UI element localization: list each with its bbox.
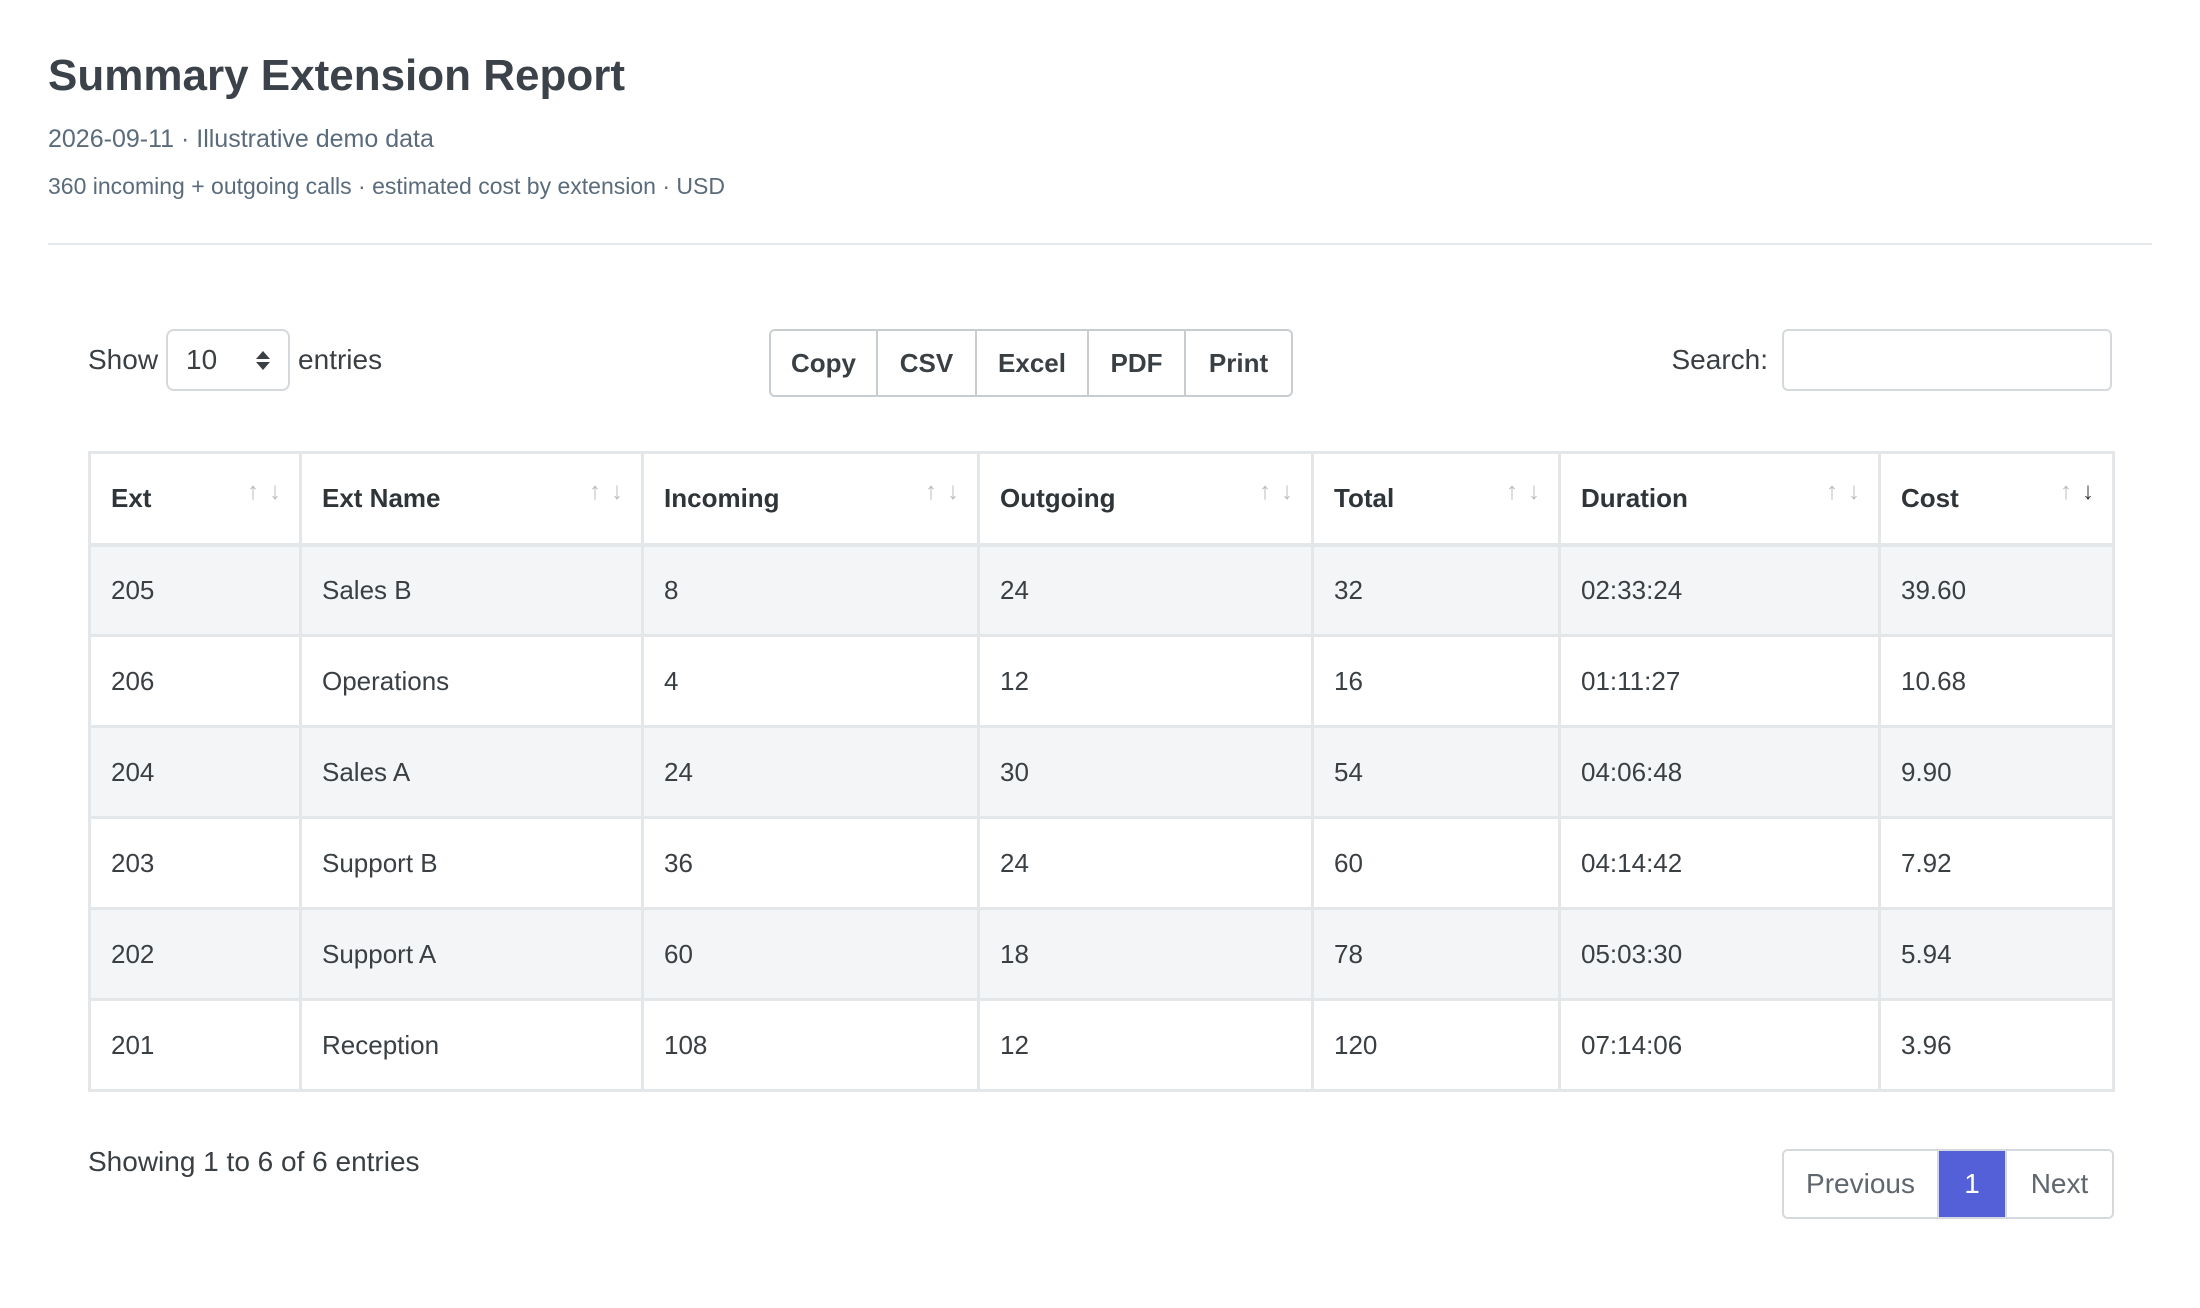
cell-total: 78	[1311, 907, 1561, 1001]
cell-total: 16	[1311, 634, 1561, 728]
page-1-button[interactable]: 1	[1939, 1151, 2005, 1217]
cell-ext: 203	[88, 816, 302, 910]
sort-icon: ↑ ↓	[247, 478, 281, 505]
table-container: Ext ↑ ↓ Ext Name ↑ ↓ Incoming ↑ ↓ Outgoing ↑ ↓ T…	[88, 451, 2115, 1092]
cell-cost: 10.68	[1878, 634, 2115, 728]
report-header: Summary Extension Report 2026-09-11 · Il…	[48, 44, 2152, 202]
cell-ext-name: Support A	[299, 907, 644, 1001]
entries-select[interactable]: 10	[166, 329, 291, 391]
sort-descending-icon: ↑ ↓	[2060, 478, 2094, 505]
print-button[interactable]: Print	[1186, 331, 1291, 395]
cell-ext: 204	[88, 725, 302, 819]
cell-ext: 205	[88, 543, 302, 637]
cell-ext-name: Support B	[299, 816, 644, 910]
cell-duration: 07:14:06	[1558, 998, 1881, 1092]
pagination: Previous 1 Next	[1782, 1149, 2114, 1219]
cell-outgoing: 24	[977, 543, 1314, 637]
table-header-row: Ext ↑ ↓ Ext Name ↑ ↓ Incoming ↑ ↓ Outgoing ↑ ↓ T…	[88, 451, 2115, 547]
sort-icon: ↑ ↓	[925, 478, 959, 505]
cell-duration: 04:14:42	[1558, 816, 1881, 910]
table-row: 204 Sales A 24 30 54 04:06:48 9.90	[88, 725, 2115, 819]
column-header-label: Cost	[1901, 482, 1959, 513]
cell-outgoing: 12	[977, 998, 1314, 1092]
cell-incoming: 108	[641, 998, 980, 1092]
export-button-group: Copy CSV Excel PDF Print	[769, 329, 1293, 397]
column-header-duration[interactable]: Duration ↑ ↓	[1558, 451, 1881, 547]
search-input[interactable]	[1782, 329, 2112, 391]
cell-cost: 7.92	[1878, 816, 2115, 910]
cell-ext-name: Sales A	[299, 725, 644, 819]
column-header-label: Ext Name	[322, 482, 441, 513]
csv-button[interactable]: CSV	[878, 331, 977, 395]
table-row: 202 Support A 60 18 78 05:03:30 5.94	[88, 907, 2115, 1001]
column-header-label: Total	[1334, 482, 1395, 513]
cell-ext-name: Reception	[299, 998, 644, 1092]
cell-duration: 05:03:30	[1558, 907, 1881, 1001]
previous-page-button[interactable]: Previous	[1784, 1151, 1939, 1217]
column-header-label: Ext	[111, 482, 152, 513]
cell-total: 54	[1311, 725, 1561, 819]
extension-table: Ext ↑ ↓ Ext Name ↑ ↓ Incoming ↑ ↓ Outgoing ↑ ↓ T…	[88, 451, 2115, 1092]
sort-icon: ↑ ↓	[1826, 478, 1860, 505]
copy-button[interactable]: Copy	[771, 331, 878, 395]
select-arrows-icon	[256, 350, 271, 370]
cell-total: 120	[1311, 998, 1561, 1092]
table-controls: Show 10 entries Copy CSV Excel PDF Print…	[88, 329, 2112, 397]
report-page: Summary Extension Report 2026-09-11 · Il…	[0, 0, 2200, 1308]
entries-length-control: Show 10 entries	[88, 329, 382, 391]
cell-duration: 02:33:24	[1558, 543, 1881, 637]
cell-ext: 201	[88, 998, 302, 1092]
header-divider	[48, 243, 2152, 245]
cell-incoming: 24	[641, 725, 980, 819]
next-page-button[interactable]: Next	[2005, 1151, 2112, 1217]
excel-button[interactable]: Excel	[977, 331, 1089, 395]
column-header-ext[interactable]: Ext ↑ ↓	[88, 451, 302, 547]
column-header-ext-name[interactable]: Ext Name ↑ ↓	[299, 451, 644, 547]
cell-incoming: 60	[641, 907, 980, 1001]
entries-select-value: 10	[186, 344, 218, 375]
column-header-label: Outgoing	[1000, 482, 1116, 513]
cell-duration: 04:06:48	[1558, 725, 1881, 819]
cell-cost: 9.90	[1878, 725, 2115, 819]
search-label: Search:	[1671, 344, 1769, 375]
table-row: 206 Operations 4 12 16 01:11:27 10.68	[88, 634, 2115, 728]
table-info: Showing 1 to 6 of 6 entries	[88, 1146, 420, 1177]
cell-ext: 202	[88, 907, 302, 1001]
column-header-label: Duration	[1581, 482, 1688, 513]
report-description: 360 incoming + outgoing calls · estimate…	[48, 173, 725, 199]
column-header-total[interactable]: Total ↑ ↓	[1311, 451, 1561, 547]
cell-outgoing: 30	[977, 725, 1314, 819]
cell-total: 32	[1311, 543, 1561, 637]
cell-outgoing: 18	[977, 907, 1314, 1001]
cell-total: 60	[1311, 816, 1561, 910]
cell-ext: 206	[88, 634, 302, 728]
cell-outgoing: 24	[977, 816, 1314, 910]
table-row: 203 Support B 36 24 60 04:14:42 7.92	[88, 816, 2115, 910]
cell-incoming: 8	[641, 543, 980, 637]
search-control: Search:	[1671, 329, 2112, 391]
column-header-incoming[interactable]: Incoming ↑ ↓	[641, 451, 980, 547]
entries-label: entries	[298, 344, 383, 375]
column-header-label: Incoming	[664, 482, 780, 513]
cell-cost: 5.94	[1878, 907, 2115, 1001]
cell-incoming: 36	[641, 816, 980, 910]
page-title: Summary Extension Report	[48, 51, 626, 100]
cell-incoming: 4	[641, 634, 980, 728]
cell-cost: 39.60	[1878, 543, 2115, 637]
table-row: 201 Reception 108 12 120 07:14:06 3.96	[88, 998, 2115, 1092]
sort-icon: ↑ ↓	[1506, 478, 1540, 505]
cell-ext-name: Sales B	[299, 543, 644, 637]
pdf-button[interactable]: PDF	[1089, 331, 1186, 395]
table-row: 205 Sales B 8 24 32 02:33:24 39.60	[88, 543, 2115, 637]
report-date-subtitle: 2026-09-11 · Illustrative demo data	[48, 125, 434, 153]
sort-icon: ↑ ↓	[1259, 478, 1293, 505]
sort-icon: ↑ ↓	[589, 478, 623, 505]
column-header-cost[interactable]: Cost ↑ ↓	[1878, 451, 2115, 547]
show-label: Show	[88, 344, 159, 375]
cell-outgoing: 12	[977, 634, 1314, 728]
column-header-outgoing[interactable]: Outgoing ↑ ↓	[977, 451, 1314, 547]
cell-duration: 01:11:27	[1558, 634, 1881, 728]
cell-cost: 3.96	[1878, 998, 2115, 1092]
cell-ext-name: Operations	[299, 634, 644, 728]
